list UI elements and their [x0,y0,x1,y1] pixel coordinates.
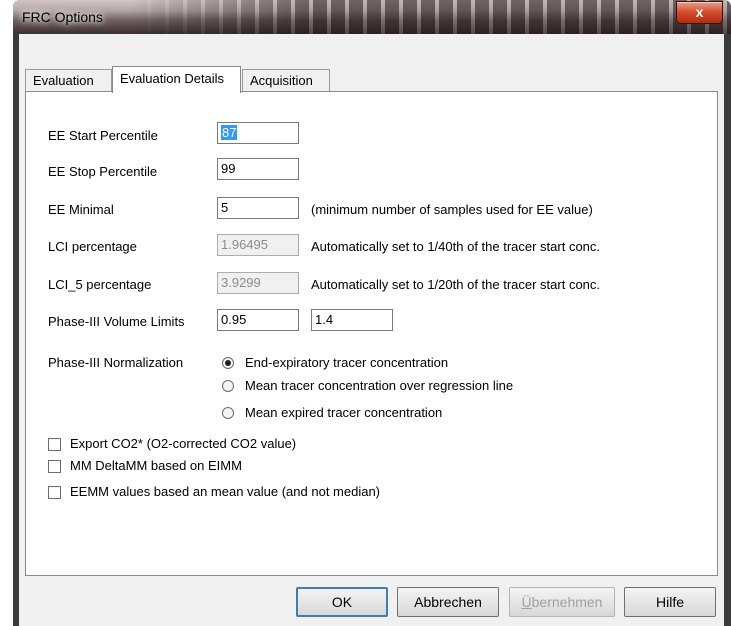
export-co2-checkbox[interactable] [48,438,61,451]
evaluation-details-panel: EE Start Percentile 87 EE Stop Percentil… [25,91,718,576]
frc-options-window: FRC Options x Evaluation Evaluation Deta… [13,0,731,626]
radio-end-expiratory-label[interactable]: End-expiratory tracer concentration [245,355,448,370]
mm-delta-checkbox[interactable] [48,460,61,473]
radio-mean-expired-label[interactable]: Mean expired tracer concentration [245,405,442,420]
ee-start-value: 87 [221,125,238,140]
close-button[interactable]: x [676,1,723,24]
lci-label: LCI percentage [48,239,137,254]
tab-evaluation[interactable]: Evaluation [25,69,112,91]
ok-button[interactable]: OK [296,587,388,617]
apply-accelerator: Ü [521,594,532,610]
lci-note: Automatically set to 1/40th of the trace… [311,239,601,254]
title-bar[interactable]: FRC Options x [13,0,731,34]
dialog-client: Evaluation Evaluation Details Acquisitio… [19,34,724,626]
phase3-limits-label: Phase-III Volume Limits [48,314,185,329]
lci-input: 1.96495 [217,234,299,256]
mm-delta-label[interactable]: MM DeltaMM based on EIMM [70,458,242,473]
ee-minimal-label: EE Minimal [48,202,114,217]
ee-start-label: EE Start Percentile [48,128,158,143]
radio-mean-expired[interactable] [222,407,234,419]
normalization-label: Phase-III Normalization [48,355,184,370]
ee-minimal-input[interactable]: 5 [217,197,299,219]
cancel-button[interactable]: Abbrechen [397,587,499,617]
radio-end-expiratory[interactable] [222,357,234,369]
radio-mean-regression-label[interactable]: Mean tracer concentration over regressio… [245,378,513,393]
radio-mean-regression[interactable] [222,380,234,392]
lci5-input: 3.9299 [217,272,299,294]
export-co2-label[interactable]: Export CO2* (O2-corrected CO2 value) [70,436,296,451]
tab-evaluation-details[interactable]: Evaluation Details [112,66,241,93]
apply-label-rest: bernehmen [531,594,603,610]
apply-button[interactable]: Übernehmen [509,587,615,617]
ee-stop-label: EE Stop Percentile [48,164,158,179]
ee-start-input[interactable]: 87 [217,122,299,144]
lci5-note: Automatically set to 1/20th of the trace… [311,277,601,292]
ee-minimal-note: (minimum number of samples used for EE v… [311,202,593,217]
tab-acquisition[interactable]: Acquisition [242,69,330,91]
ee-stop-input[interactable]: 99 [217,158,299,180]
eemm-mean-checkbox[interactable] [48,486,61,499]
help-button[interactable]: Hilfe [624,587,716,617]
close-icon: x [695,4,704,20]
lci5-label: LCI_5 percentage [48,277,152,292]
phase3-limit-low-input[interactable]: 0.95 [217,309,299,331]
title-bar-pattern [133,0,731,34]
phase3-limit-high-input[interactable]: 1.4 [311,309,393,331]
window-title: FRC Options [22,9,103,25]
eemm-mean-label[interactable]: EEMM values based an mean value (and not… [70,484,380,499]
